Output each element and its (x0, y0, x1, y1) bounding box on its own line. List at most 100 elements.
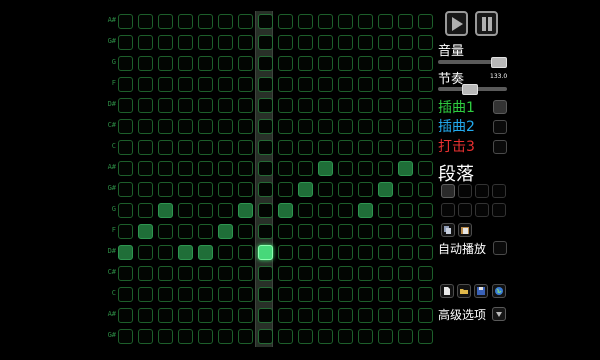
note-cell[interactable] (198, 203, 213, 218)
note-cell[interactable] (358, 56, 373, 71)
note-cell[interactable] (318, 35, 333, 50)
note-cell[interactable] (418, 182, 433, 197)
note-cell[interactable] (418, 287, 433, 302)
note-cell[interactable] (378, 329, 393, 344)
note-cell[interactable] (278, 98, 293, 113)
note-cell[interactable] (158, 245, 173, 260)
note-cell[interactable] (278, 140, 293, 155)
note-cell[interactable] (318, 266, 333, 281)
pause-button[interactable] (475, 11, 498, 36)
note-cell[interactable] (198, 182, 213, 197)
note-cell[interactable] (118, 266, 133, 281)
note-cell[interactable] (178, 203, 193, 218)
note-cell[interactable] (398, 182, 413, 197)
note-cell[interactable] (338, 182, 353, 197)
note-cell[interactable] (178, 161, 193, 176)
note-cell[interactable] (178, 119, 193, 134)
note-cell[interactable] (178, 224, 193, 239)
note-cell[interactable] (378, 308, 393, 323)
note-cell[interactable] (118, 308, 133, 323)
note-cell[interactable] (378, 77, 393, 92)
note-cell[interactable] (418, 224, 433, 239)
note-cell[interactable] (258, 266, 273, 281)
note-cell[interactable] (338, 266, 353, 281)
note-cell[interactable] (178, 266, 193, 281)
note-cell[interactable] (278, 77, 293, 92)
note-cell[interactable] (178, 245, 193, 260)
advanced-options-toggle[interactable] (492, 307, 506, 321)
note-cell[interactable] (378, 98, 393, 113)
note-cell[interactable] (278, 203, 293, 218)
note-cell[interactable] (138, 14, 153, 29)
note-cell[interactable] (138, 161, 153, 176)
note-cell[interactable] (218, 140, 233, 155)
note-cell[interactable] (238, 287, 253, 302)
note-cell[interactable] (338, 224, 353, 239)
save-button[interactable] (474, 284, 488, 298)
note-cell[interactable] (138, 329, 153, 344)
note-cell[interactable] (258, 329, 273, 344)
play-button[interactable] (445, 11, 468, 36)
share-button[interactable] (492, 284, 506, 298)
note-cell[interactable] (218, 161, 233, 176)
note-cell[interactable] (318, 161, 333, 176)
note-cell[interactable] (378, 161, 393, 176)
note-cell[interactable] (358, 98, 373, 113)
note-cell[interactable] (138, 140, 153, 155)
note-cell[interactable] (178, 56, 193, 71)
note-cell[interactable] (358, 35, 373, 50)
note-cell[interactable] (278, 245, 293, 260)
note-cell[interactable] (158, 14, 173, 29)
note-cell[interactable] (318, 287, 333, 302)
note-cell[interactable] (398, 266, 413, 281)
note-cell[interactable] (238, 203, 253, 218)
track-2-checkbox[interactable] (493, 120, 507, 134)
note-cell[interactable] (358, 182, 373, 197)
note-cell[interactable] (218, 35, 233, 50)
note-cell[interactable] (358, 203, 373, 218)
note-cell[interactable] (238, 266, 253, 281)
note-cell[interactable] (338, 161, 353, 176)
note-cell[interactable] (118, 56, 133, 71)
note-cell[interactable] (138, 287, 153, 302)
note-cell[interactable] (218, 203, 233, 218)
note-cell[interactable] (138, 77, 153, 92)
note-cell[interactable] (178, 98, 193, 113)
note-cell[interactable] (298, 140, 313, 155)
track-2-label[interactable]: 插曲2 (438, 116, 475, 136)
note-cell[interactable] (278, 161, 293, 176)
note-cell[interactable] (158, 119, 173, 134)
note-cell[interactable] (398, 245, 413, 260)
track-1-label[interactable]: 插曲1 (438, 97, 475, 117)
note-cell[interactable] (298, 287, 313, 302)
note-cell[interactable] (158, 140, 173, 155)
note-cell[interactable] (318, 245, 333, 260)
note-cell[interactable] (198, 35, 213, 50)
note-cell[interactable] (218, 245, 233, 260)
note-cell[interactable] (238, 35, 253, 50)
note-cell[interactable] (338, 98, 353, 113)
note-cell[interactable] (318, 182, 333, 197)
note-cell[interactable] (418, 56, 433, 71)
note-cell[interactable] (198, 56, 213, 71)
note-cell[interactable] (138, 98, 153, 113)
note-cell[interactable] (118, 77, 133, 92)
note-cell[interactable] (118, 203, 133, 218)
note-cell[interactable] (118, 182, 133, 197)
note-cell[interactable] (418, 266, 433, 281)
note-cell[interactable] (418, 77, 433, 92)
note-cell[interactable] (118, 140, 133, 155)
note-cell[interactable] (258, 14, 273, 29)
note-cell[interactable] (158, 287, 173, 302)
note-cell[interactable] (198, 161, 213, 176)
note-cell[interactable] (218, 329, 233, 344)
note-cell[interactable] (278, 35, 293, 50)
note-cell[interactable] (258, 308, 273, 323)
note-cell[interactable] (238, 14, 253, 29)
note-cell[interactable] (278, 329, 293, 344)
note-cell[interactable] (378, 35, 393, 50)
note-cell[interactable] (218, 119, 233, 134)
section-slot[interactable] (441, 184, 455, 198)
note-cell[interactable] (398, 308, 413, 323)
track-1-checkbox[interactable] (493, 100, 507, 114)
